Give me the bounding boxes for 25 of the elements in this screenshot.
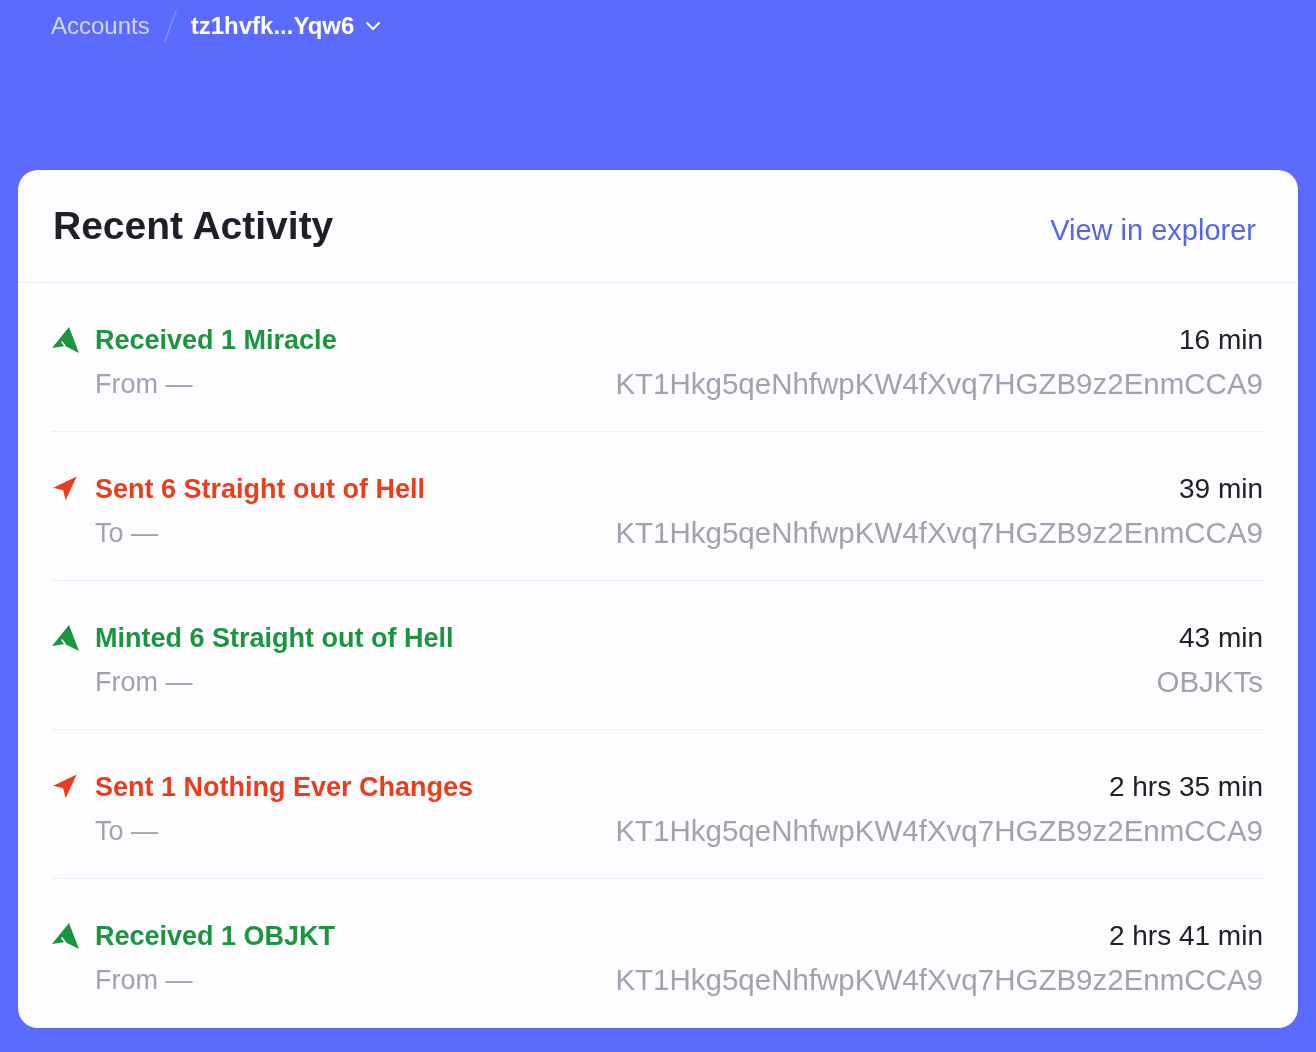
breadcrumb-link[interactable]: Accounts <box>51 12 150 40</box>
activity-time: 2 hrs 41 min <box>1108 921 1263 951</box>
party-address: OBJKTs <box>1156 667 1263 697</box>
activity-time: 2 hrs 35 min <box>1108 772 1263 802</box>
explorer-link[interactable]: View in explorer <box>1050 213 1256 247</box>
chevron-down-icon <box>366 22 381 30</box>
activity-title: Minted 6 Straight out of Hell <box>95 623 454 653</box>
party-label: From — <box>95 965 193 995</box>
party-label: To — <box>95 816 159 846</box>
account-switcher[interactable]: tz1hvfk...Yqw6 <box>190 12 381 40</box>
activity-title: Received 1 OBJKT <box>95 921 336 951</box>
card-title: Recent Activity <box>53 202 334 249</box>
party-label: From — <box>95 667 193 697</box>
activity-title: Received 1 Miracle <box>95 325 337 355</box>
activity-title: Sent 6 Straight out of Hell <box>95 474 425 504</box>
activity-title: Sent 1 Nothing Ever Changes <box>95 772 474 802</box>
party-address: KT1Hkg5qeNhfwpKW4fXvq7HGZB9z2EnmCCA9 <box>615 518 1263 548</box>
activity-time: 16 min <box>1178 325 1263 355</box>
activity-time: 43 min <box>1178 623 1263 653</box>
party-address: KT1Hkg5qeNhfwpKW4fXvq7HGZB9z2EnmCCA9 <box>615 965 1263 995</box>
activity-time: 39 min <box>1178 474 1263 504</box>
party-label: To — <box>95 518 159 548</box>
party-label: From — <box>95 369 193 399</box>
party-address: KT1Hkg5qeNhfwpKW4fXvq7HGZB9z2EnmCCA9 <box>615 369 1263 399</box>
party-address: KT1Hkg5qeNhfwpKW4fXvq7HGZB9z2EnmCCA9 <box>615 816 1263 846</box>
